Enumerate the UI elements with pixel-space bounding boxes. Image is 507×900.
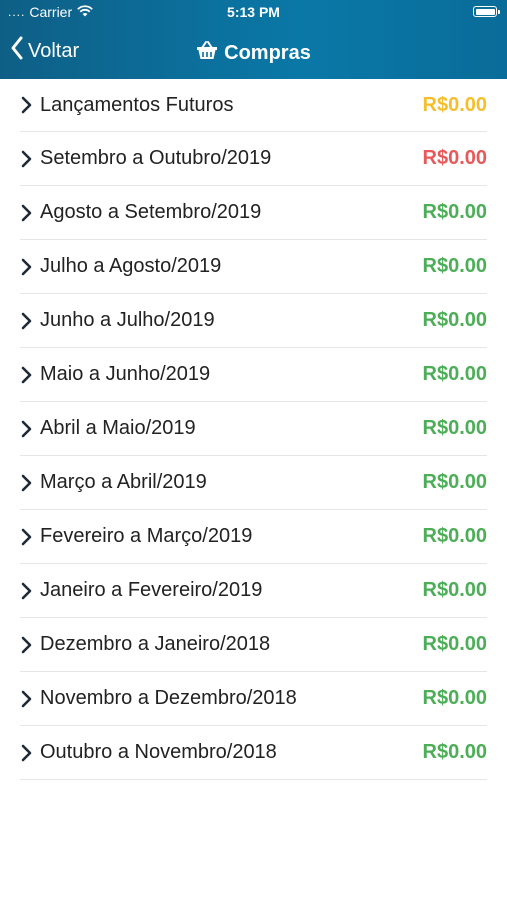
list-item[interactable]: Lançamentos Futuros R$0.00 [20,79,487,132]
app-header: .... Carrier 5:13 PM Voltar Compras [0,0,507,79]
list-item[interactable]: Março a Abril/2019 R$0.00 [20,456,487,510]
amount-value: R$0.00 [422,525,488,547]
amount-value: R$0.00 [422,417,488,439]
period-label: Agosto a Setembro/2019 [40,201,262,223]
status-bar: .... Carrier 5:13 PM [0,0,507,26]
list-item[interactable]: Novembro a Dezembro/2018 R$0.00 [20,672,487,726]
chevron-right-icon [20,581,36,601]
amount-value: R$0.00 [422,147,488,169]
chevron-right-icon [20,419,36,439]
chevron-right-icon [20,635,36,655]
period-label: Novembro a Dezembro/2018 [40,687,297,709]
chevron-right-icon [20,95,36,115]
period-label: Julho a Agosto/2019 [40,255,222,277]
title-label: Compras [224,41,311,64]
period-label: Outubro a Novembro/2018 [40,741,277,763]
list-item[interactable]: Fevereiro a Março/2019 R$0.00 [20,510,487,564]
amount-value: R$0.00 [422,363,488,385]
chevron-right-icon [20,149,36,169]
period-label: Março a Abril/2019 [40,471,207,493]
page-title: Compras [0,40,507,66]
list-item[interactable]: Junho a Julho/2019 R$0.00 [20,294,487,348]
list-item[interactable]: Julho a Agosto/2019 R$0.00 [20,240,487,294]
period-label: Fevereiro a Março/2019 [40,525,253,547]
navigation-bar: Voltar Compras [0,26,507,79]
period-label: Lançamentos Futuros [40,93,234,116]
chevron-right-icon [20,311,36,331]
period-label: Junho a Julho/2019 [40,309,215,331]
amount-value: R$0.00 [422,93,488,116]
period-list: Lançamentos Futuros R$0.00 Setembro a Outu… [0,79,507,780]
list-item[interactable]: Agosto a Setembro/2019 R$0.00 [20,186,487,240]
period-label: Janeiro a Fevereiro/2019 [40,579,263,601]
chevron-right-icon [20,689,36,709]
amount-value: R$0.00 [422,633,488,655]
period-label: Setembro a Outubro/2019 [40,147,272,169]
list-item[interactable]: Janeiro a Fevereiro/2019 R$0.00 [20,564,487,618]
amount-value: R$0.00 [422,255,488,277]
period-label: Dezembro a Janeiro/2018 [40,633,271,655]
list-item[interactable]: Abril a Maio/2019 R$0.00 [20,402,487,456]
chevron-right-icon [20,473,36,493]
amount-value: R$0.00 [422,471,488,493]
period-label: Maio a Junho/2019 [40,363,211,385]
amount-value: R$0.00 [422,201,488,223]
list-item[interactable]: Maio a Junho/2019 R$0.00 [20,348,487,402]
status-time: 5:13 PM [227,4,280,20]
basket-icon [196,40,218,66]
list-item[interactable]: Dezembro a Janeiro/2018 R$0.00 [20,618,487,672]
period-label: Abril a Maio/2019 [40,417,196,439]
chevron-right-icon [20,257,36,277]
amount-value: R$0.00 [422,579,488,601]
list-item[interactable]: Setembro a Outubro/2019 R$0.00 [20,132,487,186]
chevron-right-icon [20,203,36,223]
list-item[interactable]: Outubro a Novembro/2018 R$0.00 [20,726,487,780]
amount-value: R$0.00 [422,687,488,709]
chevron-right-icon [20,743,36,763]
chevron-right-icon [20,365,36,385]
chevron-right-icon [20,527,36,547]
amount-value: R$0.00 [422,309,488,331]
amount-value: R$0.00 [422,741,488,763]
battery-icon [473,6,500,17]
